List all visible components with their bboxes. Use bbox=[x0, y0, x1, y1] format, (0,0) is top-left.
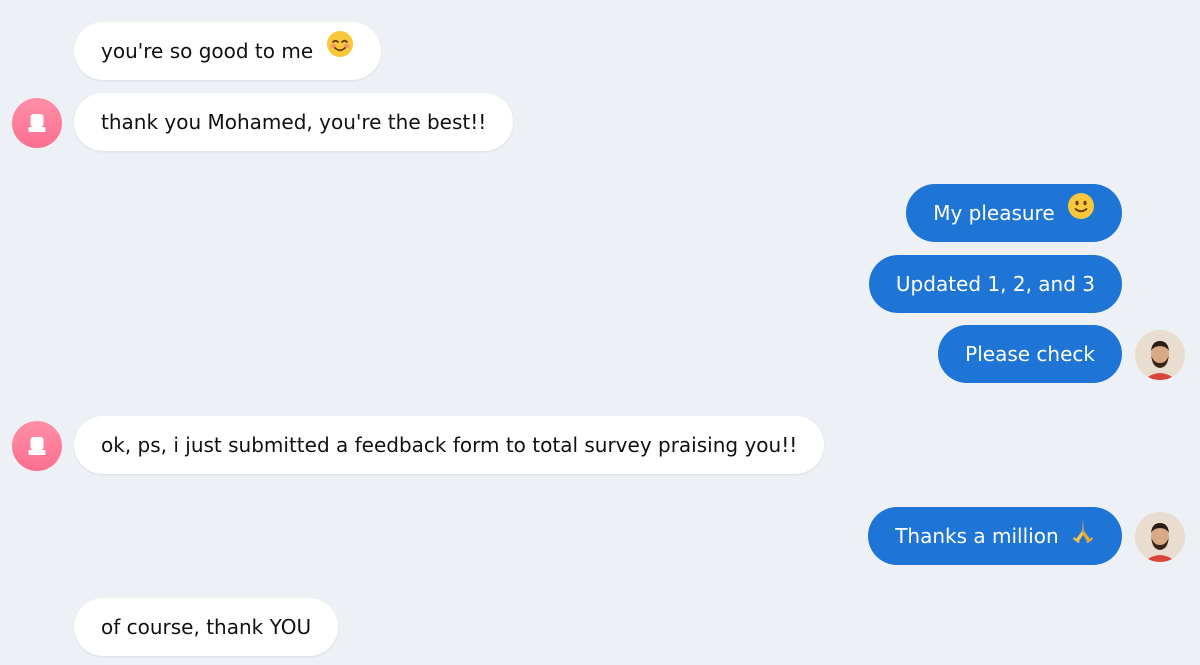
outgoing-message[interactable]: My pleasure bbox=[906, 184, 1122, 242]
smiling-face-with-blush-emoji-icon bbox=[326, 22, 354, 80]
incoming-message[interactable]: ok, ps, i just submitted a feedback form… bbox=[74, 416, 825, 474]
contact-avatar[interactable] bbox=[12, 421, 62, 471]
message-text: ok, ps, i just submitted a feedback form… bbox=[101, 433, 798, 457]
user-photo-icon bbox=[1135, 512, 1185, 562]
incoming-message[interactable]: of course, thank YOU bbox=[74, 598, 339, 656]
contact-avatar[interactable] bbox=[12, 98, 62, 148]
chat-thread: you're so good to me thank you Mohamed, … bbox=[0, 0, 1200, 665]
incoming-message[interactable]: thank you Mohamed, you're the best!! bbox=[74, 93, 514, 151]
self-avatar[interactable] bbox=[1135, 512, 1185, 562]
outgoing-message[interactable]: Thanks a million bbox=[868, 507, 1122, 565]
message-text: thank you Mohamed, you're the best!! bbox=[101, 110, 487, 134]
slightly-smiling-face-emoji-icon bbox=[1067, 184, 1095, 242]
folded-hands-emoji-icon bbox=[1071, 507, 1095, 565]
user-icon bbox=[28, 114, 46, 132]
message-text: you're so good to me bbox=[101, 39, 314, 63]
message-text: of course, thank YOU bbox=[101, 615, 312, 639]
message-text: Please check bbox=[965, 342, 1095, 366]
outgoing-message[interactable]: Updated 1, 2, and 3 bbox=[868, 255, 1122, 313]
incoming-message[interactable]: you're so good to me bbox=[74, 22, 381, 80]
user-icon bbox=[28, 437, 46, 455]
user-photo-icon bbox=[1135, 330, 1185, 380]
message-text: Updated 1, 2, and 3 bbox=[895, 272, 1095, 296]
self-avatar[interactable] bbox=[1135, 330, 1185, 380]
message-text: Thanks a million bbox=[895, 524, 1059, 548]
message-text: My pleasure bbox=[933, 201, 1055, 225]
outgoing-message[interactable]: Please check bbox=[938, 325, 1122, 383]
